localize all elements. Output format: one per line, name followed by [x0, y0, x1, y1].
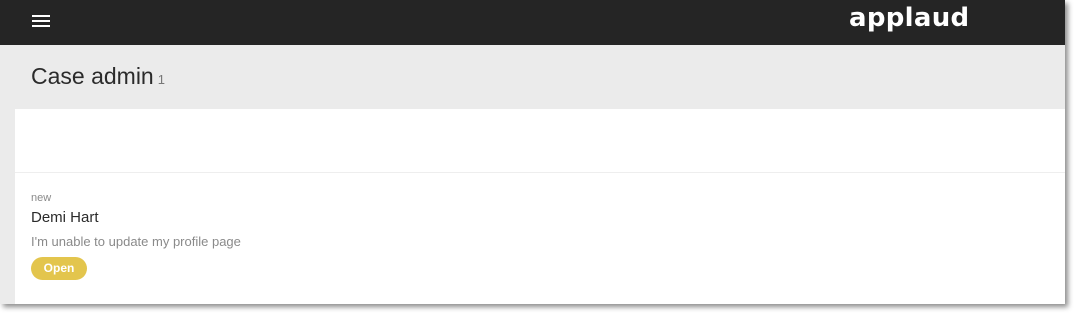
app-window: applaud Case admin 1 new Demi Hart I'm un… [0, 0, 1065, 304]
case-count: 1 [157, 72, 165, 87]
status-badge[interactable]: Open [31, 257, 87, 280]
hamburger-menu-icon[interactable] [32, 15, 50, 29]
case-tag: new [31, 192, 52, 204]
case-list-panel: new Demi Hart I'm unable to update my pr… [15, 109, 1065, 304]
empty-toolbar-row [15, 109, 1065, 173]
page-title-text: Case admin [31, 63, 154, 89]
page-header: Case admin 1 [0, 45, 1065, 109]
applaud-logo[interactable]: applaud [849, 3, 969, 33]
case-list-item[interactable]: new Demi Hart I'm unable to update my pr… [15, 173, 1065, 304]
case-requester-name[interactable]: Demi Hart [31, 209, 99, 226]
case-description: I'm unable to update my profile page [31, 234, 241, 249]
page-title: Case admin 1 [31, 63, 165, 90]
top-navigation-bar: applaud [0, 0, 1065, 45]
